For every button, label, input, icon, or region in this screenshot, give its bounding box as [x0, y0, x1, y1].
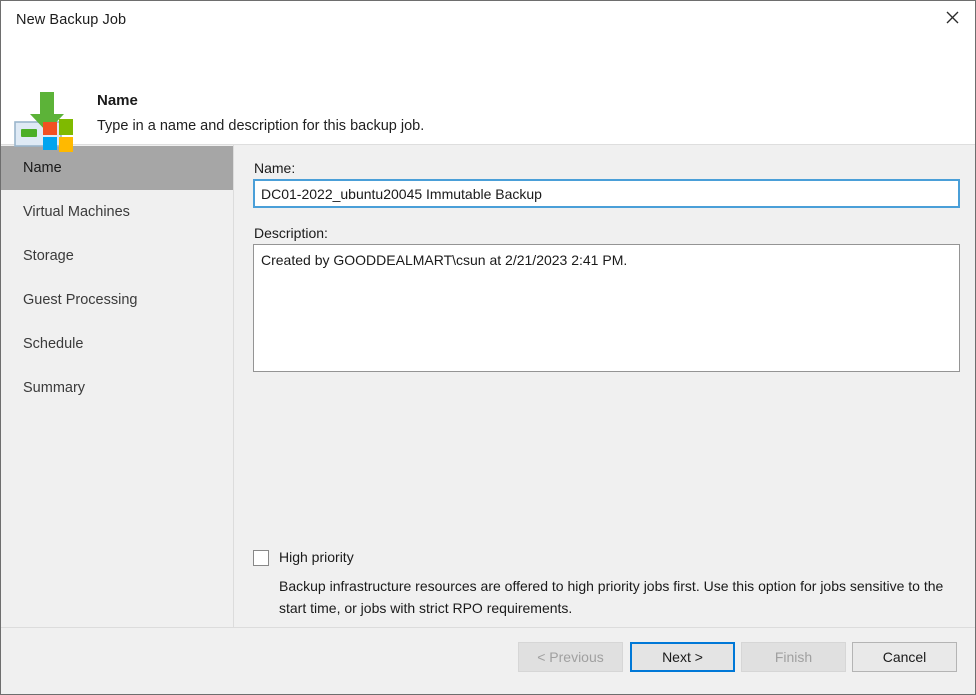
close-icon[interactable]	[929, 1, 975, 33]
sidebar-item-schedule[interactable]: Schedule	[1, 322, 233, 366]
new-backup-job-dialog: New Backup Job Name Type in a name and d…	[0, 0, 976, 695]
next-button[interactable]: Next >	[630, 642, 735, 672]
dialog-footer: < Previous Next > Finish Cancel	[1, 627, 975, 694]
name-label: Name:	[254, 160, 296, 176]
high-priority-description: Backup infrastructure resources are offe…	[279, 578, 944, 616]
page-subtitle: Type in a name and description for this …	[97, 118, 425, 134]
dialog-body: Name Virtual Machines Storage Guest Proc…	[1, 145, 975, 627]
description-label: Description:	[254, 225, 328, 241]
name-input[interactable]	[253, 179, 960, 208]
high-priority-checkbox[interactable]	[253, 550, 269, 566]
backup-job-icon	[13, 84, 85, 156]
window-title: New Backup Job	[16, 12, 127, 28]
sidebar-item-virtual-machines[interactable]: Virtual Machines	[1, 190, 233, 234]
page-title: Name	[97, 92, 138, 109]
high-priority-row[interactable]: High priority	[253, 549, 354, 566]
wizard-content: Name: Description: High priority Backup …	[234, 145, 975, 627]
wizard-sidebar: Name Virtual Machines Storage Guest Proc…	[1, 145, 234, 627]
sidebar-item-summary[interactable]: Summary	[1, 366, 233, 410]
sidebar-item-guest-processing[interactable]: Guest Processing	[1, 278, 233, 322]
title-bar: New Backup Job	[1, 1, 975, 40]
previous-button[interactable]: < Previous	[518, 642, 623, 672]
dialog-header: Name Type in a name and description for …	[1, 40, 975, 152]
finish-button[interactable]: Finish	[741, 642, 846, 672]
cancel-button[interactable]: Cancel	[852, 642, 957, 672]
description-input[interactable]	[253, 244, 960, 372]
high-priority-label: High priority	[279, 549, 354, 565]
sidebar-item-storage[interactable]: Storage	[1, 234, 233, 278]
